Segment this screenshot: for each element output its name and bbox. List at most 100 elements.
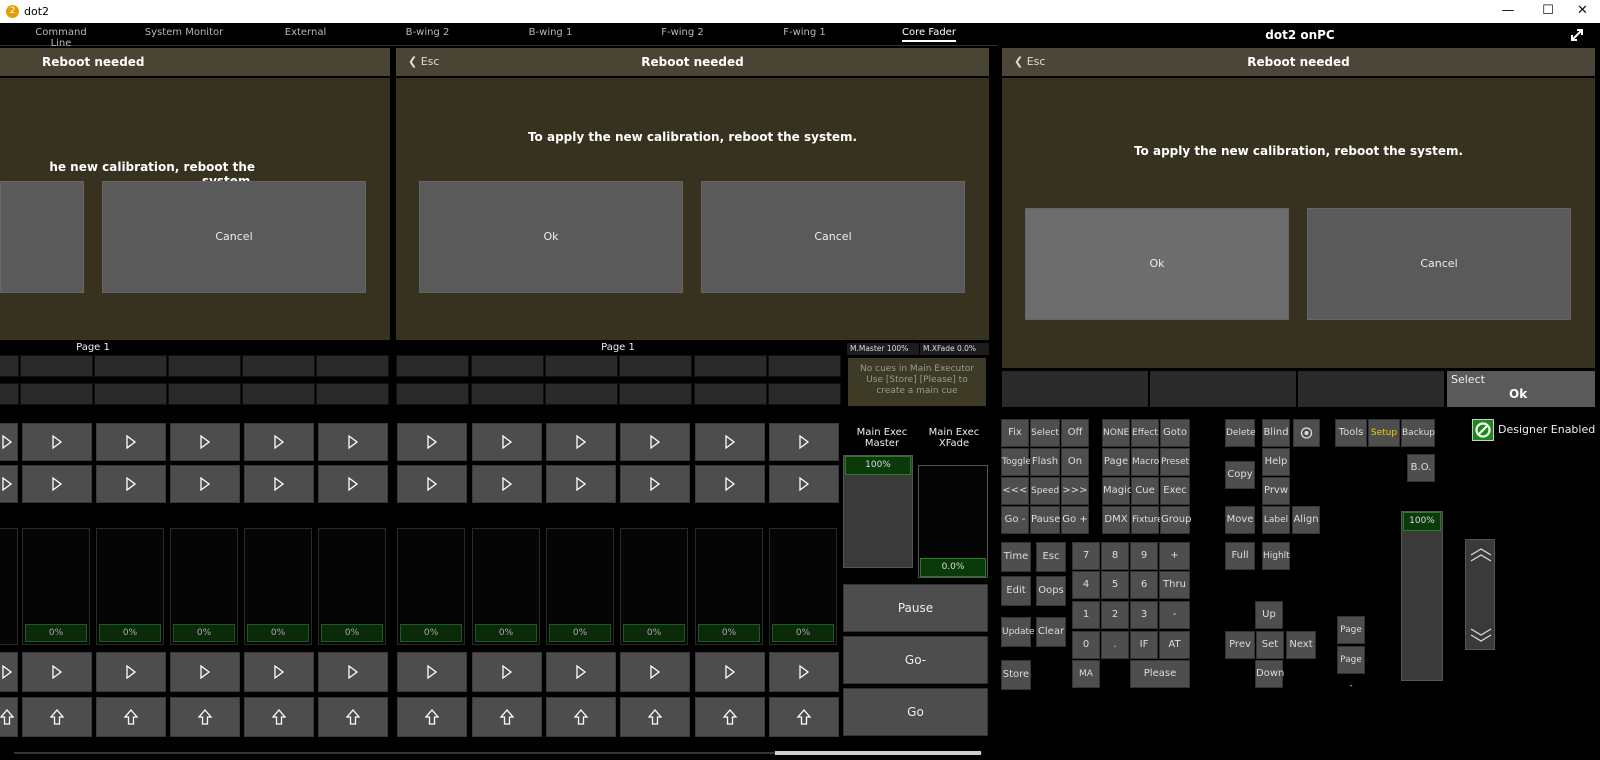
cancel-button[interactable]: Cancel — [701, 181, 965, 293]
executor-go-button[interactable] — [397, 423, 467, 461]
esc-button[interactable]: ❮ Esc — [408, 55, 439, 68]
key-gominus[interactable]: Go - — [1001, 506, 1029, 534]
executor-go-button[interactable] — [170, 652, 240, 692]
key-please[interactable]: Please — [1130, 660, 1190, 688]
key-page-plus[interactable]: Page + — [1337, 616, 1365, 661]
executor-flash-button[interactable] — [244, 697, 314, 737]
ok-button[interactable]: Ok — [419, 181, 683, 293]
executor-go-button[interactable] — [244, 465, 314, 503]
key-backup[interactable]: Backup — [1401, 419, 1435, 447]
key-on[interactable]: On — [1061, 448, 1089, 476]
executor-flash-button[interactable] — [472, 697, 542, 737]
executor-go-button[interactable] — [0, 465, 18, 503]
main-exec-master-fader[interactable]: 100% — [843, 455, 913, 568]
cancel-button[interactable]: Cancel — [102, 181, 366, 293]
key-help[interactable]: Help — [1262, 448, 1290, 476]
executor-flash-button[interactable] — [22, 697, 92, 737]
executor-go-button[interactable] — [96, 465, 166, 503]
key-if[interactable]: IF — [1130, 631, 1158, 659]
executor-fader[interactable]: 0% — [620, 528, 688, 645]
key-goto[interactable]: Goto — [1160, 419, 1190, 447]
main-pause-button[interactable]: Pause — [843, 584, 988, 632]
key-setup[interactable]: Setup — [1368, 419, 1400, 447]
executor-go-button[interactable] — [0, 652, 18, 692]
executor-go-button[interactable] — [769, 423, 839, 461]
key-delete[interactable]: Delete — [1225, 419, 1256, 447]
key-select[interactable]: Select — [1030, 419, 1060, 447]
tab-b-wing-2[interactable]: B-wing 2 — [405, 27, 450, 38]
tab-external[interactable]: External — [283, 27, 328, 38]
close-button[interactable]: ✕ — [1565, 0, 1600, 23]
executor-go-button[interactable] — [170, 465, 240, 503]
key-ma[interactable]: MA — [1072, 660, 1100, 688]
key-magic[interactable]: Magic — [1102, 477, 1132, 505]
key-dot[interactable]: . — [1101, 631, 1129, 659]
tab-command-line[interactable]: Command Line — [26, 27, 96, 49]
key-store[interactable]: Store — [1001, 660, 1031, 690]
key-tools[interactable]: Tools — [1335, 419, 1367, 447]
executor-go-button[interactable] — [22, 652, 92, 692]
expand-icon[interactable] — [1570, 28, 1584, 42]
select-bar-cell[interactable] — [1150, 371, 1296, 407]
executor-fader[interactable]: 0% — [244, 528, 312, 645]
main-go-button[interactable]: Go — [843, 688, 988, 736]
key-n1[interactable]: 1 — [1072, 601, 1100, 629]
executor-go-button[interactable] — [620, 465, 690, 503]
key-edit[interactable]: Edit — [1001, 576, 1031, 606]
key-up[interactable]: Up — [1255, 601, 1283, 629]
executor-fader[interactable]: 0% — [397, 528, 465, 645]
executor-go-button[interactable] — [318, 423, 388, 461]
executor-fader[interactable]: 0% — [318, 528, 386, 645]
key-macro[interactable]: Macro — [1131, 448, 1159, 476]
executor-flash-button[interactable] — [695, 697, 765, 737]
executor-go-button[interactable] — [695, 465, 765, 503]
key-clear[interactable]: Clear — [1036, 617, 1066, 647]
executor-go-button[interactable] — [96, 652, 166, 692]
page-scroll-wheel[interactable] — [1465, 539, 1495, 650]
key-fixture[interactable]: Fixture — [1131, 506, 1163, 534]
executor-fader[interactable]: 0% — [96, 528, 164, 645]
key-highlt[interactable]: Highlt — [1262, 542, 1290, 570]
executor-go-button[interactable] — [695, 423, 765, 461]
executor-go-button[interactable] — [769, 465, 839, 503]
esc-button[interactable]: ❮ Esc — [1014, 55, 1045, 68]
key-fwd[interactable]: >>> — [1061, 477, 1089, 505]
key-minus[interactable]: - — [1159, 601, 1190, 629]
key-page[interactable]: Page — [1102, 448, 1130, 476]
key-bo[interactable]: B.O. — [1407, 454, 1435, 482]
executor-flash-button[interactable] — [769, 697, 839, 737]
key-goplus[interactable]: Go + — [1061, 506, 1089, 534]
grand-master-fader[interactable]: 100% — [1401, 511, 1443, 681]
executor-go-button[interactable] — [170, 423, 240, 461]
key-page-minus[interactable]: Page - — [1337, 646, 1365, 691]
key-esc[interactable]: Esc — [1036, 542, 1066, 572]
executor-go-button[interactable] — [0, 423, 18, 461]
key-toggle[interactable]: Toggle — [1001, 448, 1031, 476]
key-n5[interactable]: 5 — [1101, 571, 1129, 599]
cancel-button[interactable]: Cancel — [1307, 208, 1571, 320]
key-n2[interactable]: 2 — [1101, 601, 1129, 629]
key-move[interactable]: Move — [1225, 506, 1255, 534]
key-back[interactable]: <<< — [1001, 477, 1029, 505]
key-set[interactable]: Set — [1256, 631, 1284, 659]
ok-button-clipped[interactable] — [0, 181, 84, 293]
key-at[interactable]: AT — [1159, 631, 1190, 659]
executor-go-button[interactable] — [318, 652, 388, 692]
executor-fader[interactable]: 0% — [695, 528, 763, 645]
executor-go-button[interactable] — [397, 652, 467, 692]
executor-flash-button[interactable] — [620, 697, 690, 737]
key-thru[interactable]: Thru — [1159, 571, 1190, 599]
designer-toggle[interactable] — [1472, 419, 1494, 441]
key-effect[interactable]: Effect — [1131, 419, 1159, 447]
executor-go-button[interactable] — [22, 423, 92, 461]
executor-go-button[interactable] — [546, 465, 616, 503]
executor-fader[interactable]: 0% — [22, 528, 90, 645]
executor-fader[interactable]: 0% — [546, 528, 614, 645]
executor-flash-button[interactable] — [96, 697, 166, 737]
executor-go-button[interactable] — [546, 652, 616, 692]
executor-go-button[interactable] — [695, 652, 765, 692]
executor-go-button[interactable] — [244, 423, 314, 461]
executor-go-button[interactable] — [22, 465, 92, 503]
key-n0[interactable]: 0 — [1072, 631, 1100, 659]
executor-go-button[interactable] — [769, 652, 839, 692]
